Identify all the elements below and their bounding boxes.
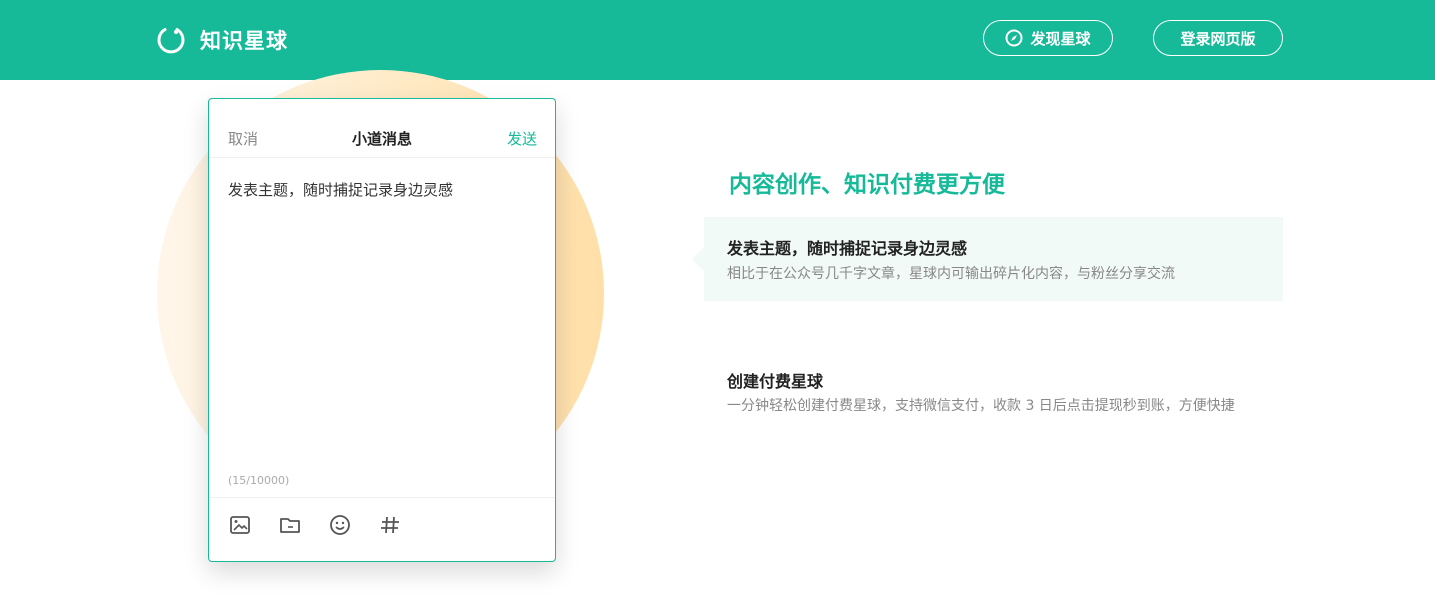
image-icon[interactable]: [229, 514, 251, 536]
discover-planets-label: 发现星球: [1030, 29, 1091, 48]
compose-card: 取消 小道消息 发送 发表主题，随时捕捉记录身边灵感 (15/10000): [208, 98, 556, 562]
char-counter: (15/10000): [228, 474, 290, 487]
hashtag-icon[interactable]: [379, 514, 401, 536]
logo-icon: [157, 28, 185, 54]
folder-icon[interactable]: [279, 514, 301, 536]
compose-header: 取消 小道消息 发送: [209, 99, 555, 158]
section-title: 内容创作、知识付费更方便: [729, 172, 1005, 198]
feature-item-active[interactable]: 发表主题，随时捕捉记录身边灵感 相比于在公众号几千字文章，星球内可输出碎片化内容…: [692, 217, 1283, 301]
feature-description: 一分钟轻松创建付费星球，支持微信支付，收款 3 日后点击提现秒到账，方便快捷: [727, 398, 1235, 414]
feature-title[interactable]: 创建付费星球: [727, 368, 823, 392]
web-login-label: 登录网页版: [1180, 29, 1256, 48]
compose-toolbar: [209, 497, 555, 561]
emoji-icon[interactable]: [329, 514, 351, 536]
send-button[interactable]: 发送: [507, 128, 537, 149]
brand-name: 知识星球: [200, 29, 288, 53]
top-navbar: 知识星球 发现星球 登录网页版: [0, 0, 1435, 80]
group-name: 小道消息: [351, 130, 412, 148]
brand-logo[interactable]: 知识星球: [156, 25, 288, 55]
feature-title: 发表主题，随时捕捉记录身边灵感: [727, 239, 968, 258]
compass-icon: [1005, 29, 1023, 47]
compose-textarea[interactable]: 发表主题，随时捕捉记录身边灵感: [228, 179, 453, 200]
discover-planets-button[interactable]: 发现星球: [983, 20, 1113, 56]
web-login-button[interactable]: 登录网页版: [1153, 20, 1283, 56]
feature-description: 相比于在公众号几千字文章，星球内可输出碎片化内容，与粉丝分享交流: [727, 266, 1175, 282]
